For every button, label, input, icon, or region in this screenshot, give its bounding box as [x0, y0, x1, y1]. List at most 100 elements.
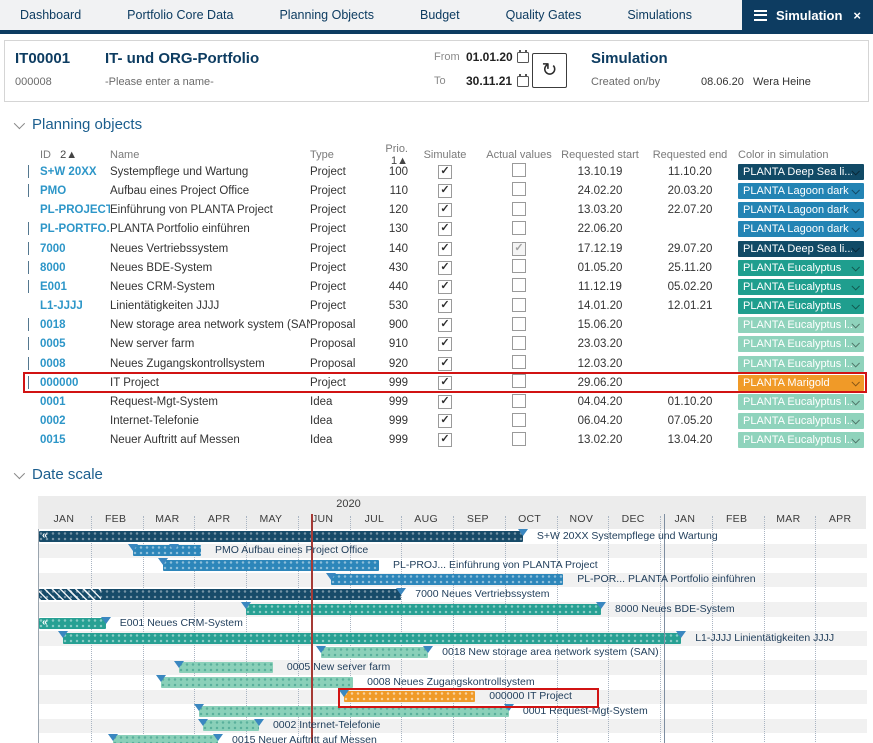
simulate-checkbox[interactable]: ✓	[438, 357, 452, 371]
color-dropdown[interactable]: PLANTA Eucalyptus l...	[738, 356, 864, 372]
simulate-checkbox[interactable]: ✓	[438, 318, 452, 332]
expand-icon[interactable]	[28, 318, 29, 331]
column-header-requested-start[interactable]: Requested start	[558, 149, 642, 161]
actual-values-checkbox[interactable]	[512, 413, 526, 427]
cell-id[interactable]: 0018	[40, 319, 110, 331]
table-row[interactable]: 0005New server farmProposal910✓23.03.20P…	[24, 335, 866, 354]
column-header-simulate[interactable]: Simulate	[410, 149, 480, 161]
milestone-marker-icon[interactable]	[169, 544, 179, 551]
milestone-marker-icon[interactable]	[58, 631, 68, 638]
simulate-checkbox[interactable]: ✓	[438, 280, 452, 294]
refresh-button[interactable]: ↻	[532, 53, 567, 88]
close-icon[interactable]: ×	[853, 8, 861, 23]
chevron-down-icon[interactable]	[851, 282, 859, 290]
cell-id[interactable]: E001	[40, 281, 110, 293]
simulate-checkbox[interactable]: ✓	[438, 184, 452, 198]
column-header-id[interactable]: ID 2▲	[40, 149, 110, 161]
chevron-down-icon[interactable]	[851, 340, 859, 348]
color-dropdown[interactable]: PLANTA Eucalyptus	[738, 298, 864, 314]
actual-values-checkbox[interactable]	[512, 278, 526, 292]
color-dropdown[interactable]: PLANTA Eucalyptus	[738, 279, 864, 295]
color-dropdown[interactable]: PLANTA Deep Sea li...	[738, 164, 864, 180]
to-date-field[interactable]: 30.11.21	[466, 74, 512, 88]
from-date-field[interactable]: 01.01.20	[466, 50, 513, 64]
chevron-down-icon[interactable]	[851, 224, 859, 232]
milestone-marker-icon[interactable]	[518, 529, 528, 536]
milestone-marker-icon[interactable]	[396, 588, 406, 595]
table-row[interactable]: 0008Neues ZugangskontrollsystemProposal9…	[24, 354, 866, 373]
table-row[interactable]: E001Neues CRM-SystemProject440✓11.12.190…	[24, 277, 866, 296]
cell-id[interactable]: 8000	[40, 262, 110, 274]
chevron-down-icon[interactable]	[851, 301, 859, 309]
color-dropdown[interactable]: PLANTA Eucalyptus l...	[738, 394, 864, 410]
table-row[interactable]: 000000IT ProjectProject999✓29.06.20PLANT…	[24, 373, 866, 392]
simulate-checkbox[interactable]: ✓	[438, 203, 452, 217]
color-dropdown[interactable]: PLANTA Eucalyptus l...	[738, 432, 864, 448]
color-dropdown[interactable]: PLANTA Lagoon dark	[738, 183, 864, 199]
milestone-marker-icon[interactable]	[156, 675, 166, 682]
column-header-type[interactable]: Type	[310, 149, 366, 161]
table-row[interactable]: 0015Neuer Auftritt auf MessenIdea999✓13.…	[24, 431, 866, 450]
expand-icon[interactable]	[28, 242, 29, 255]
nav-item-portfolio-core-data[interactable]: Portfolio Core Data	[127, 8, 233, 22]
milestone-marker-icon[interactable]	[174, 661, 184, 668]
collapse-chevron-icon[interactable]	[14, 467, 25, 478]
menu-icon[interactable]	[754, 7, 767, 23]
gantt-bar[interactable]	[113, 735, 218, 743]
color-dropdown[interactable]: PLANTA Lagoon dark	[738, 202, 864, 218]
actual-values-checkbox[interactable]	[512, 317, 526, 331]
nav-item-budget[interactable]: Budget	[420, 8, 460, 22]
actual-values-checkbox[interactable]	[512, 182, 526, 196]
expand-icon[interactable]	[28, 337, 29, 350]
milestone-marker-icon[interactable]	[596, 602, 606, 609]
gantt-bar[interactable]	[179, 662, 273, 673]
chevron-down-icon[interactable]	[851, 359, 859, 367]
table-row[interactable]: 8000Neues BDE-SystemProject430✓01.05.202…	[24, 258, 866, 277]
actual-values-checkbox[interactable]	[512, 221, 526, 235]
gantt-bar[interactable]	[321, 647, 428, 658]
simulate-checkbox[interactable]: ✓	[438, 222, 452, 236]
actual-values-checkbox[interactable]	[512, 394, 526, 408]
gantt-bar[interactable]	[203, 720, 259, 731]
milestone-marker-icon[interactable]	[198, 719, 208, 726]
cell-id[interactable]: PL-PROJECT	[40, 204, 110, 216]
chevron-down-icon[interactable]	[851, 435, 859, 443]
column-header-color-in-simulation[interactable]: Color in simulation	[738, 149, 864, 161]
simulate-checkbox[interactable]: ✓	[438, 433, 452, 447]
cell-id[interactable]: PMO	[40, 185, 110, 197]
simulate-checkbox[interactable]: ✓	[438, 299, 452, 313]
cell-id[interactable]: PL-PORTFO...	[40, 223, 110, 235]
portfolio-subtitle[interactable]: -Please enter a name-	[105, 76, 214, 88]
expand-icon[interactable]	[28, 165, 29, 178]
gantt-bar[interactable]	[163, 560, 379, 571]
gantt-bar[interactable]	[246, 604, 601, 615]
table-row[interactable]: 0018New storage area network system (SAN…	[24, 316, 866, 335]
actual-values-checkbox[interactable]	[512, 355, 526, 369]
calendar-icon[interactable]	[517, 52, 529, 63]
color-dropdown[interactable]: PLANTA Eucalyptus l...	[738, 336, 864, 352]
calendar-icon[interactable]	[517, 76, 529, 87]
table-row[interactable]: 7000Neues VertriebssystemProject140✓✓17.…	[24, 239, 866, 258]
simulate-checkbox[interactable]: ✓	[438, 376, 452, 390]
actual-values-checkbox[interactable]: ✓	[512, 242, 526, 256]
expand-icon[interactable]	[28, 261, 29, 274]
actual-values-checkbox[interactable]	[512, 374, 526, 388]
nav-item-dashboard[interactable]: Dashboard	[20, 8, 81, 22]
chevron-down-icon[interactable]	[851, 378, 859, 386]
table-row[interactable]: PL-PROJECTEinführung von PLANTA ProjectP…	[24, 201, 866, 220]
gantt-bar[interactable]: «	[39, 531, 523, 542]
simulate-checkbox[interactable]: ✓	[438, 242, 452, 256]
color-dropdown[interactable]: PLANTA Eucalyptus l...	[738, 413, 864, 429]
actual-values-checkbox[interactable]	[512, 336, 526, 350]
table-row[interactable]: PL-PORTFO...PLANTA Portfolio einführenPr…	[24, 220, 866, 239]
actual-values-checkbox[interactable]	[512, 163, 526, 177]
cell-id[interactable]: 0005	[40, 338, 110, 350]
table-row[interactable]: S+W 20XXSystempflege und WartungProject1…	[24, 162, 866, 181]
gantt-bar[interactable]	[133, 545, 201, 556]
expand-icon[interactable]	[28, 376, 29, 389]
table-row[interactable]: PMOAufbau eines Project OfficeProject110…	[24, 181, 866, 200]
milestone-marker-icon[interactable]	[676, 631, 686, 638]
cell-id[interactable]: 0002	[40, 415, 110, 427]
milestone-marker-icon[interactable]	[101, 617, 111, 624]
milestone-marker-icon[interactable]	[158, 558, 168, 565]
